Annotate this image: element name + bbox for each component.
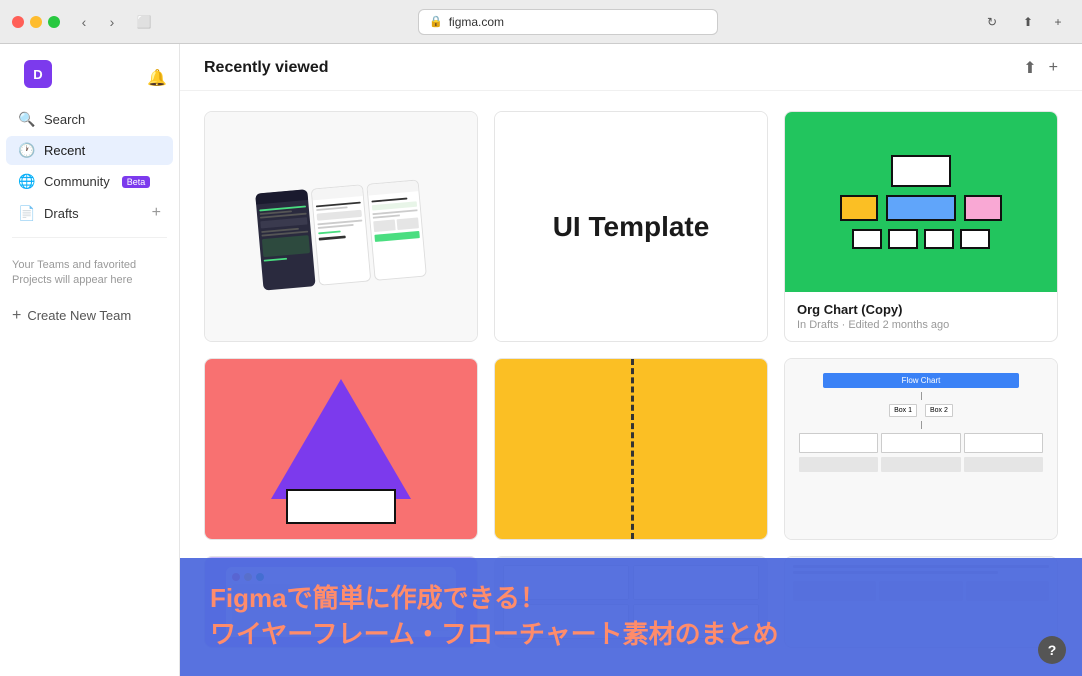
- address-bar[interactable]: 🔒 figma.com: [418, 9, 718, 35]
- maximize-button[interactable]: [48, 16, 60, 28]
- cards-grid: Mobile UI kit (Community) In Drafts · Ed…: [204, 111, 1058, 540]
- card-thumb-org: [785, 112, 1057, 292]
- main-header: Recently viewed ⬆ +: [180, 44, 1082, 91]
- teams-section: Your Teams and favorited Projects will a…: [0, 250, 179, 297]
- help-button[interactable]: ?: [1038, 636, 1066, 664]
- card-salmon[interactable]: [204, 358, 478, 540]
- sidebar-top: D 🔔: [0, 56, 179, 104]
- card-meta-org: In Drafts · Edited 2 months ago: [797, 319, 1045, 331]
- sidebar-item-search[interactable]: 🔍 Search: [6, 105, 173, 134]
- card-mobile-ui-kit[interactable]: Mobile UI kit (Community) In Drafts · Ed…: [204, 111, 478, 342]
- traffic-lights: [12, 16, 60, 28]
- card-thumb-flowchart: Flow Chart Box 1 Box 2: [785, 359, 1057, 539]
- card-thumb-ui-template: UI Template: [495, 112, 767, 341]
- share-button[interactable]: ⬆: [1016, 12, 1040, 32]
- card-thumb-yellow: [495, 359, 767, 539]
- export-button[interactable]: ⬆: [1023, 58, 1036, 78]
- header-actions: ⬆ +: [1023, 58, 1058, 78]
- card-thumb-salmon: [205, 359, 477, 539]
- bell-icon[interactable]: 🔔: [147, 68, 167, 88]
- sidebar: D 🔔 🔍 Search 🕐 Recent 🌐 Community Beta 📄…: [0, 44, 180, 676]
- sidebar-divider: [12, 237, 167, 238]
- plus-icon: +: [12, 307, 21, 325]
- card-org-chart[interactable]: Org Chart (Copy) In Drafts · Edited 2 mo…: [784, 111, 1058, 342]
- browser-chrome: ‹ › ⬜ 🔒 figma.com ↻ ⬆ +: [0, 0, 1082, 44]
- create-team-label: Create New Team: [27, 308, 131, 323]
- nav-buttons: ‹ ›: [72, 12, 124, 32]
- reload-button[interactable]: ↻: [980, 12, 1004, 32]
- card-info-ui: UI Template Edited 7 days ago: [495, 341, 767, 342]
- card-flowchart[interactable]: Flow Chart Box 1 Box 2: [784, 358, 1058, 540]
- url-text: figma.com: [449, 15, 504, 29]
- app: D 🔔 🔍 Search 🕐 Recent 🌐 Community Beta 📄…: [0, 44, 1082, 676]
- banner-line1: Figmaで簡単に作成できる！: [210, 582, 1052, 616]
- sidebar-item-drafts-label: Drafts: [44, 206, 79, 221]
- card-name-org: Org Chart (Copy): [797, 302, 1045, 317]
- create-team-button[interactable]: + Create New Team: [0, 301, 179, 331]
- clock-icon: 🕐: [18, 142, 36, 159]
- back-button[interactable]: ‹: [72, 12, 96, 32]
- globe-icon: 🌐: [18, 173, 36, 190]
- sidebar-item-recent[interactable]: 🕐 Recent: [6, 136, 173, 165]
- banner-line2: ワイヤーフレーム・フローチャート素材のまとめ: [210, 618, 1052, 652]
- new-tab-button[interactable]: +: [1046, 12, 1070, 32]
- card-ui-template[interactable]: UI Template UI Template Edited 7 days ag…: [494, 111, 768, 342]
- sidebar-item-search-label: Search: [44, 112, 85, 127]
- card-info: Mobile UI kit (Community) In Drafts · Ed…: [205, 341, 477, 342]
- main-content: Recently viewed ⬆ +: [180, 44, 1082, 676]
- thumb-ui-text: UI Template: [553, 211, 710, 243]
- teams-placeholder-text: Your Teams and favorited Projects will a…: [12, 258, 167, 289]
- drafts-add-icon[interactable]: +: [152, 204, 161, 222]
- forward-button[interactable]: ›: [100, 12, 124, 32]
- page-title: Recently viewed: [204, 59, 329, 77]
- card-yellow[interactable]: [494, 358, 768, 540]
- sidebar-item-community[interactable]: 🌐 Community Beta: [6, 167, 173, 196]
- card-thumb-mobile: [205, 112, 477, 341]
- sidebar-item-drafts[interactable]: 📄 Drafts +: [6, 198, 173, 228]
- beta-badge: Beta: [122, 176, 151, 188]
- add-button[interactable]: +: [1049, 59, 1058, 77]
- overlay-banner: Figmaで簡単に作成できる！ ワイヤーフレーム・フローチャート素材のまとめ: [180, 558, 1082, 676]
- sidebar-item-recent-label: Recent: [44, 143, 85, 158]
- sidebar-toggle-button[interactable]: ⬜: [132, 12, 156, 32]
- sidebar-item-community-label: Community: [44, 174, 110, 189]
- file-icon: 📄: [18, 205, 36, 222]
- avatar[interactable]: D: [24, 60, 52, 88]
- lock-icon: 🔒: [429, 15, 443, 28]
- search-icon: 🔍: [18, 111, 36, 128]
- card-info-org: Org Chart (Copy) In Drafts · Edited 2 mo…: [785, 292, 1057, 341]
- minimize-button[interactable]: [30, 16, 42, 28]
- close-button[interactable]: [12, 16, 24, 28]
- address-bar-wrap: 🔒 figma.com: [164, 9, 972, 35]
